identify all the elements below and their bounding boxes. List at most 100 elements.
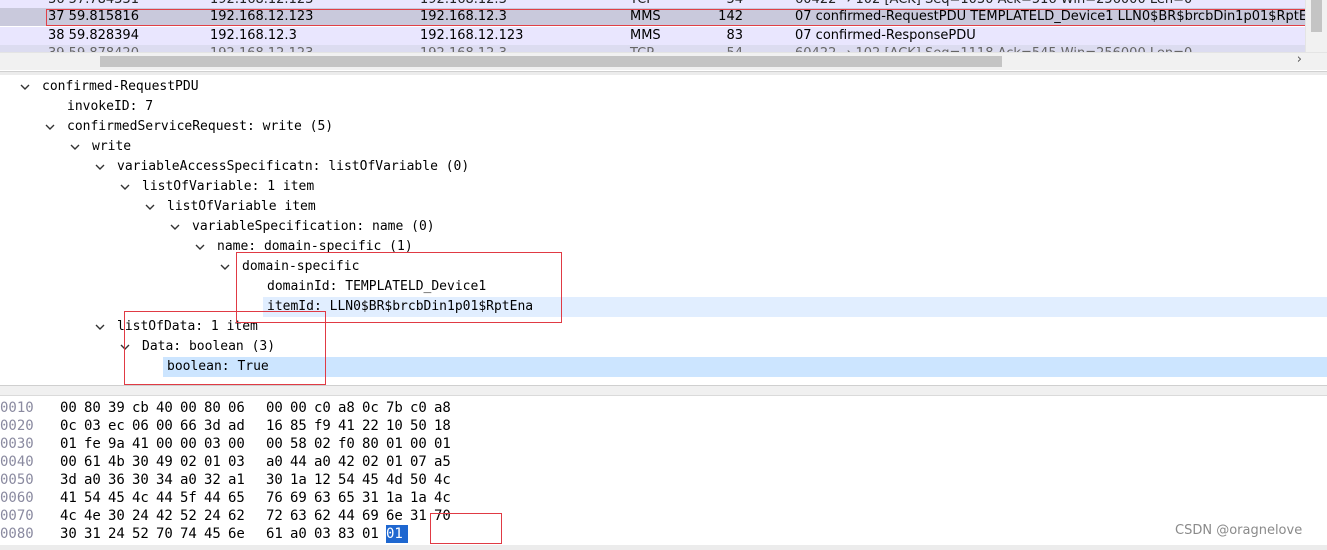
hex-byte[interactable]: a5: [434, 453, 456, 471]
hex-byte[interactable]: 03: [84, 417, 106, 435]
hex-byte[interactable]: 30: [60, 525, 82, 543]
hex-byte[interactable]: a8: [434, 399, 456, 417]
hex-byte[interactable]: 63: [314, 489, 336, 507]
chevron-down-icon[interactable]: [120, 182, 130, 192]
hex-byte[interactable]: 66: [180, 417, 202, 435]
hex-byte[interactable]: 31: [362, 489, 384, 507]
hex-byte[interactable]: 30: [266, 471, 288, 489]
hex-byte[interactable]: 00: [228, 435, 250, 453]
chevron-down-icon[interactable]: [45, 122, 55, 132]
hex-byte[interactable]: 24: [108, 525, 130, 543]
hex-byte[interactable]: 03: [314, 525, 336, 543]
hex-byte[interactable]: 00: [60, 399, 82, 417]
hex-byte[interactable]: 54: [84, 489, 106, 507]
tree-node-write[interactable]: write: [0, 137, 1327, 157]
hex-byte[interactable]: 31: [410, 507, 432, 525]
hex-byte[interactable]: 7b: [386, 399, 408, 417]
hex-byte[interactable]: 42: [156, 507, 178, 525]
hex-byte[interactable]: 16: [266, 417, 288, 435]
hex-byte[interactable]: 50: [410, 471, 432, 489]
hex-row[interactable]: 0060 41 54 45 4c 44 5f 44 65 76 69 63 65 31 1a 1a 4c: [0, 489, 1327, 507]
hex-byte[interactable]: 41: [132, 435, 154, 453]
hex-byte[interactable]: 41: [60, 489, 82, 507]
hex-byte[interactable]: 00: [266, 399, 288, 417]
hex-byte[interactable]: 01: [434, 435, 456, 453]
hex-byte[interactable]: 01: [386, 435, 408, 453]
hex-byte[interactable]: 1a: [410, 489, 432, 507]
hex-byte[interactable]: 10: [386, 417, 408, 435]
hex-byte[interactable]: 00: [180, 435, 202, 453]
hex-byte[interactable]: 00: [266, 435, 288, 453]
hex-byte[interactable]: 80: [362, 435, 384, 453]
hex-byte[interactable]: 80: [84, 399, 106, 417]
hex-byte[interactable]: 76: [266, 489, 288, 507]
hex-byte[interactable]: 44: [156, 489, 178, 507]
hex-byte[interactable]: 41: [338, 417, 360, 435]
hex-byte[interactable]: a1: [228, 471, 250, 489]
hex-byte[interactable]: 80: [204, 399, 226, 417]
scroll-right-icon[interactable]: ›: [1297, 52, 1302, 67]
hex-byte[interactable]: c0: [314, 399, 336, 417]
hex-byte[interactable]: 36: [108, 471, 130, 489]
hex-byte[interactable]: 5f: [180, 489, 202, 507]
hex-byte[interactable]: 02: [180, 453, 202, 471]
hex-byte[interactable]: 9a: [108, 435, 130, 453]
hex-byte[interactable]: 39: [108, 399, 130, 417]
hex-byte-selected[interactable]: 01: [386, 525, 408, 543]
hex-byte[interactable]: 45: [108, 489, 130, 507]
hex-byte[interactable]: 00: [60, 453, 82, 471]
chevron-down-icon[interactable]: [95, 322, 105, 332]
hex-byte[interactable]: 44: [290, 453, 312, 471]
hex-byte[interactable]: 00: [156, 435, 178, 453]
hex-byte[interactable]: a8: [338, 399, 360, 417]
tree-node-list-of-variable-item[interactable]: listOfVariable item: [0, 197, 1327, 217]
hex-row[interactable]: 0070 4c 4e 30 24 42 52 24 62 72 63 62 44 69 6e 31 70: [0, 507, 1327, 525]
hex-byte[interactable]: 02: [362, 453, 384, 471]
chevron-down-icon[interactable]: [70, 142, 80, 152]
hex-byte[interactable]: 58: [290, 435, 312, 453]
hex-byte[interactable]: f9: [314, 417, 336, 435]
hex-byte[interactable]: 3d: [204, 417, 226, 435]
hex-byte[interactable]: 18: [434, 417, 456, 435]
hex-byte[interactable]: 4c: [434, 471, 456, 489]
hex-row[interactable]: 0050 3d a0 36 30 34 a0 32 a1 30 1a 12 54 45 4d 50 4c: [0, 471, 1327, 489]
hex-byte[interactable]: 1a: [386, 489, 408, 507]
tree-node-variable-access-spec[interactable]: variableAccessSpecificatn: listOfVariabl…: [0, 157, 1327, 177]
hex-byte[interactable]: 1a: [290, 471, 312, 489]
packet-list-vertical-scrollbar[interactable]: [1305, 0, 1327, 52]
hex-byte[interactable]: 01: [362, 525, 384, 543]
hex-byte[interactable]: 85: [290, 417, 312, 435]
hex-byte[interactable]: 62: [314, 507, 336, 525]
hex-row[interactable]: 0010 00 80 39 cb 40 00 80 06 00 00 c0 a8 0c 7b c0 a8: [0, 399, 1327, 417]
hex-byte[interactable]: 54: [338, 471, 360, 489]
hex-byte[interactable]: 6e: [228, 525, 250, 543]
hex-byte[interactable]: 44: [204, 489, 226, 507]
hex-byte[interactable]: 12: [314, 471, 336, 489]
pane-divider[interactable]: [0, 385, 1327, 396]
hex-byte[interactable]: 65: [228, 489, 250, 507]
tree-node-confirmed-service-request[interactable]: confirmedServiceRequest: write (5): [0, 117, 1327, 137]
hex-byte[interactable]: 40: [156, 399, 178, 417]
hex-byte[interactable]: 49: [156, 453, 178, 471]
hex-byte[interactable]: 0c: [60, 417, 82, 435]
hex-byte[interactable]: 45: [362, 471, 384, 489]
hex-byte[interactable]: 61: [266, 525, 288, 543]
horizontal-scroll-thumb[interactable]: [100, 56, 1002, 67]
tree-node-name[interactable]: name: domain-specific (1): [0, 237, 1327, 257]
hex-byte[interactable]: 00: [410, 435, 432, 453]
hex-byte[interactable]: 06: [228, 399, 250, 417]
hex-byte[interactable]: 0c: [362, 399, 384, 417]
hex-byte[interactable]: 74: [180, 525, 202, 543]
hex-byte[interactable]: a0: [314, 453, 336, 471]
hex-byte[interactable]: 30: [108, 507, 130, 525]
hex-byte[interactable]: 70: [156, 525, 178, 543]
hex-byte[interactable]: 4d: [386, 471, 408, 489]
tree-node-list-of-variable[interactable]: listOfVariable: 1 item: [0, 177, 1327, 197]
hex-byte[interactable]: 22: [362, 417, 384, 435]
hex-byte[interactable]: 02: [314, 435, 336, 453]
hex-byte[interactable]: 72: [266, 507, 288, 525]
packet-list-horizontal-scrollbar[interactable]: ›: [0, 52, 1327, 70]
hex-byte[interactable]: 52: [180, 507, 202, 525]
hex-byte[interactable]: 07: [410, 453, 432, 471]
tree-node-boolean[interactable]: boolean: True: [163, 357, 1327, 377]
